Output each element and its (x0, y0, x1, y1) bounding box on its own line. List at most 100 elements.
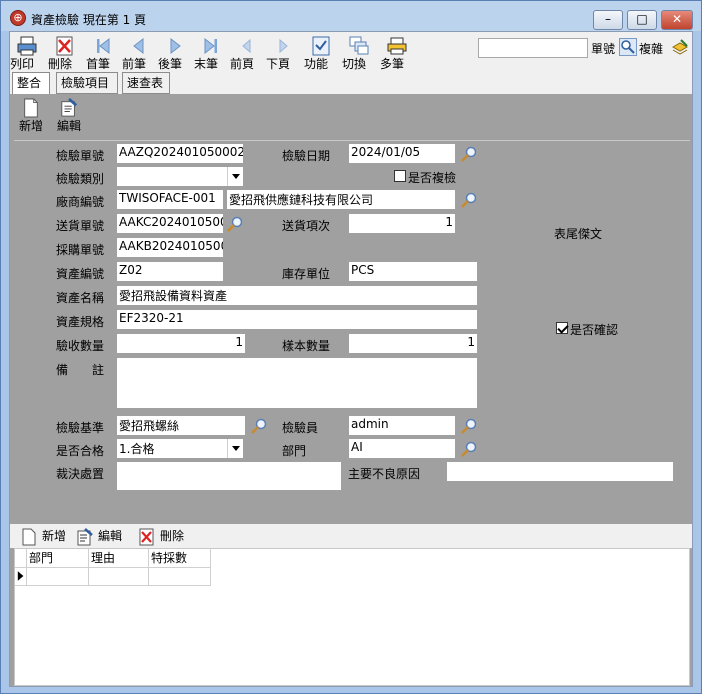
next-page-button[interactable]: 下頁 (266, 34, 300, 74)
purchase-no-label: 採購單號 (56, 243, 105, 257)
last-record-button[interactable]: 末筆 (194, 34, 228, 74)
chevron-down-icon[interactable] (227, 439, 243, 458)
close-button[interactable]: ✕ (661, 10, 693, 30)
delete-icon (56, 36, 73, 56)
delete-button[interactable]: 刪除 (48, 34, 82, 74)
tab-quick-lookup[interactable]: 速查表 (122, 72, 170, 94)
inspector-lookup-icon[interactable] (460, 417, 478, 435)
reinspection-label: 是否複檢 (408, 171, 457, 185)
disposition-field[interactable] (116, 461, 342, 491)
inspection-date-lookup-icon[interactable] (460, 145, 478, 163)
copy-icon[interactable] (670, 38, 690, 58)
detail-edit-label: 編輯 (98, 529, 123, 543)
new-document-icon (22, 528, 36, 545)
inspector-label: 檢驗員 (282, 421, 319, 435)
inspection-no-field[interactable]: AAZQ202401050002 (116, 143, 244, 164)
delivery-lookup-icon[interactable] (226, 215, 244, 233)
first-record-button[interactable]: 首筆 (86, 34, 120, 74)
asset-name-field[interactable]: 愛招飛設備資料資產 (116, 285, 478, 306)
edit-icon (61, 98, 78, 117)
remarks-textarea[interactable] (116, 357, 478, 409)
confirmed-label: 是否確認 (570, 323, 619, 337)
passed-select[interactable]: 1.合格 (116, 438, 244, 459)
confirmed-checkbox[interactable] (556, 322, 568, 334)
vendor-name-field[interactable]: 愛招飛供應鏈科技有限公司 (226, 189, 456, 210)
next-page-icon (279, 38, 288, 54)
vendor-no-field[interactable]: TWISOFACE-001 (116, 189, 224, 210)
sample-qty-label: 樣本數量 (282, 339, 331, 353)
asset-no-field[interactable]: Z02 (116, 261, 224, 282)
table-row-cell-dept[interactable] (27, 568, 89, 586)
delivery-item-field[interactable]: 1 (348, 213, 456, 234)
function-icon (312, 36, 330, 56)
main-defect-field[interactable] (446, 461, 674, 482)
search-input[interactable] (478, 38, 588, 58)
multi-record-button[interactable]: 多筆 (380, 34, 414, 74)
multi-record-icon (387, 37, 407, 55)
detail-new-label: 新增 (42, 529, 67, 543)
stock-unit-field[interactable]: PCS (348, 261, 478, 282)
delivery-no-field[interactable]: AAKC202401050003 (116, 213, 224, 234)
prev-page-button[interactable]: 前頁 (230, 34, 264, 74)
disposition-label: 裁決處置 (56, 467, 105, 481)
purchase-no-field[interactable]: AAKB202401050001 (116, 237, 224, 258)
standard-field[interactable]: 愛招飛螺絲 (116, 415, 246, 436)
asset-spec-label: 資產規格 (56, 315, 105, 329)
grid-row-indicator[interactable] (15, 568, 27, 586)
edit-label: 編輯 (56, 119, 81, 133)
print-icon (17, 36, 37, 56)
detail-grid[interactable]: 部門 理由 特採數 (14, 548, 690, 686)
table-row-cell-special-qty[interactable] (149, 568, 211, 586)
doc-no-label: 單號 (591, 42, 616, 56)
function-button[interactable]: 功能 (304, 34, 338, 74)
switch-icon (349, 36, 369, 55)
detail-new-button[interactable]: 新增 (20, 526, 66, 546)
client-area: 列印 刪除 首筆 前筆 後筆 末筆 前頁 下頁 功能 切換 多筆 單號 複雜 整… (9, 31, 693, 687)
reinspection-checkbox[interactable] (394, 170, 406, 182)
remarks-label: 備 註 (56, 363, 105, 377)
standard-label: 檢驗基準 (56, 421, 105, 435)
standard-lookup-icon[interactable] (250, 417, 268, 435)
tab-inspection-items[interactable]: 檢驗項目 (56, 72, 118, 94)
footer-text-label: 表尾傑文 (554, 227, 603, 241)
search-icon[interactable] (619, 38, 637, 56)
chevron-down-icon[interactable] (227, 167, 243, 186)
minimize-button[interactable]: – (593, 10, 623, 30)
detail-delete-button[interactable]: 刪除 (138, 526, 184, 546)
vendor-no-label: 廠商編號 (56, 195, 105, 209)
detail-edit-button[interactable]: 編輯 (76, 526, 122, 546)
app-globe-icon: ⊕ (10, 10, 26, 26)
vendor-lookup-icon[interactable] (460, 191, 478, 209)
detail-delete-label: 刪除 (160, 529, 185, 543)
grid-header-reason[interactable]: 理由 (89, 549, 149, 568)
edit-button[interactable]: 編輯 (54, 98, 84, 138)
next-record-button[interactable]: 後筆 (158, 34, 192, 74)
main-toolbar: 列印 刪除 首筆 前筆 後筆 末筆 前頁 下頁 功能 切換 多筆 單號 複雜 (10, 32, 692, 72)
asset-no-label: 資產編號 (56, 267, 105, 281)
asset-spec-field[interactable]: EF2320-21 (116, 309, 478, 330)
received-qty-label: 驗收數量 (56, 339, 105, 353)
grid-header-dept[interactable]: 部門 (27, 549, 89, 568)
delivery-no-label: 送貨單號 (56, 219, 105, 233)
print-button[interactable]: 列印 (10, 34, 44, 74)
inspection-date-field[interactable]: 2024/01/05 (348, 143, 456, 164)
maximize-button[interactable]: □ (627, 10, 657, 30)
dept-label: 部門 (282, 444, 307, 458)
grid-header-special-qty[interactable]: 特採數 (149, 549, 211, 568)
title-bar[interactable]: ⊕ 資產檢驗 現在第 1 頁 – □ ✕ (1, 1, 701, 31)
tab-integrated[interactable]: 整合 (12, 72, 50, 95)
app-window: ⊕ 資產檢驗 現在第 1 頁 – □ ✕ 列印 刪除 首筆 前筆 後筆 末筆 前… (0, 0, 702, 694)
inspection-date-label: 檢驗日期 (282, 149, 331, 163)
table-row-cell-reason[interactable] (89, 568, 149, 586)
dept-lookup-icon[interactable] (460, 440, 478, 458)
prev-record-button[interactable]: 前筆 (122, 34, 156, 74)
dept-field[interactable]: AI (348, 438, 456, 459)
inspector-field[interactable]: admin (348, 415, 456, 436)
received-qty-field[interactable]: 1 (116, 333, 246, 354)
passed-label: 是否合格 (56, 444, 105, 458)
switch-button[interactable]: 切換 (342, 34, 376, 74)
new-button[interactable]: 新增 (16, 98, 46, 138)
sample-qty-field[interactable]: 1 (348, 333, 478, 354)
grid-row-header-corner (15, 549, 27, 568)
inspection-type-select[interactable] (116, 166, 244, 187)
